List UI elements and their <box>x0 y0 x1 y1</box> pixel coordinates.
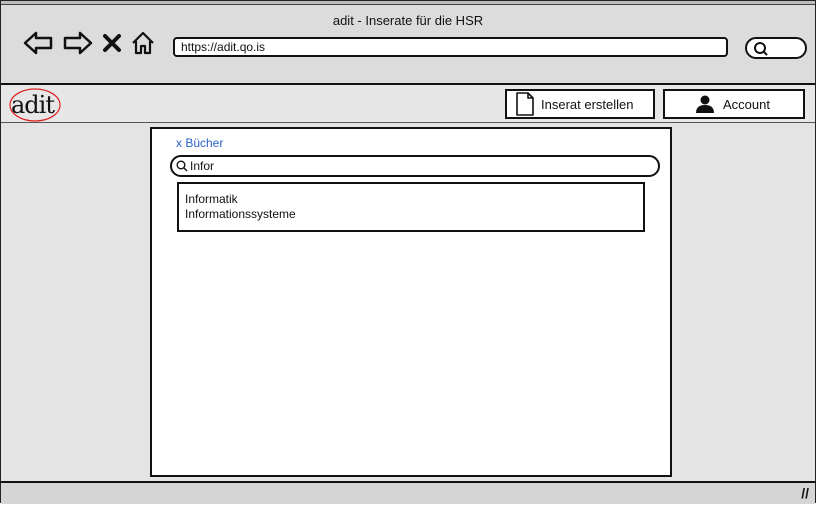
suggestion-item[interactable]: Informationssysteme <box>185 207 643 222</box>
suggestion-item[interactable]: Informatik <box>185 192 643 207</box>
window-top-edge <box>1 1 815 5</box>
forward-arrow-icon[interactable] <box>63 31 93 55</box>
search-icon <box>754 42 768 56</box>
create-listing-label: Inserat erstellen <box>541 96 634 112</box>
app-header: adit Inserat erstellen Account <box>1 85 815 123</box>
main-content: x Bücher Infor Informatik Informationssy… <box>150 127 672 477</box>
search-input-value: Infor <box>190 159 215 173</box>
autocomplete-dropdown: Informatik Informationssysteme <box>177 182 645 232</box>
close-icon[interactable] <box>103 33 121 53</box>
nav-buttons <box>23 31 155 55</box>
document-icon <box>516 92 534 116</box>
browser-window: adit - Inserate für die HSR https://adit… <box>0 0 816 504</box>
status-bar: // <box>1 481 815 504</box>
filter-tag-buecher[interactable]: x Bücher <box>176 136 223 150</box>
search-input[interactable]: Infor <box>170 155 660 177</box>
browser-chrome: adit - Inserate für die HSR https://adit… <box>1 1 815 85</box>
home-icon[interactable] <box>131 31 155 55</box>
search-icon <box>176 160 188 172</box>
create-listing-button[interactable]: Inserat erstellen <box>505 89 655 119</box>
account-button[interactable]: Account <box>663 89 805 119</box>
account-label: Account <box>723 96 770 112</box>
back-arrow-icon[interactable] <box>23 31 53 55</box>
logo[interactable]: adit <box>11 91 55 119</box>
url-bar[interactable]: https://adit.qo.is <box>173 37 728 57</box>
user-icon <box>696 95 714 113</box>
browser-search-button[interactable] <box>745 37 807 59</box>
window-title: adit - Inserate für die HSR <box>332 13 484 28</box>
resize-grip-icon[interactable]: // <box>801 485 809 501</box>
